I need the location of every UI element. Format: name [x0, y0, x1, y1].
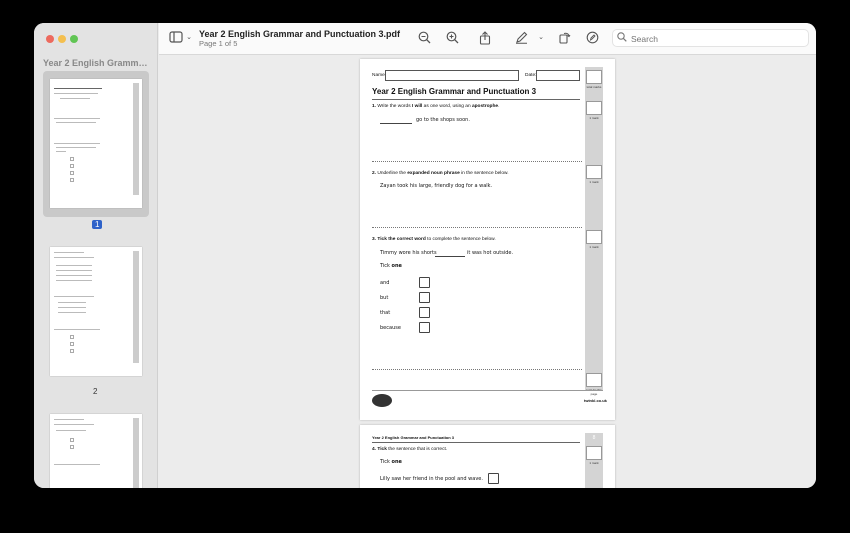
header-rule [372, 442, 580, 443]
q3-text: 3. Tick the correct word to complete the… [372, 237, 496, 242]
maximize-window-button[interactable] [70, 35, 78, 43]
search-field[interactable] [612, 29, 809, 47]
toolbar: ⌄ Year 2 English Grammar and Punctuation… [159, 23, 816, 55]
page-thumbnail-2[interactable] [43, 239, 149, 385]
name-field [385, 70, 519, 81]
search-input[interactable] [631, 32, 801, 45]
answer-checkbox[interactable] [419, 292, 430, 303]
q1-mark-box [586, 101, 602, 115]
zoom-in-icon[interactable] [445, 31, 459, 45]
page-thumbnail-3[interactable] [43, 406, 149, 488]
date-field [536, 70, 580, 81]
marks-margin: 8 1 mark [585, 433, 603, 488]
pdf-page-2: Year 2 English Grammar and Punctuation 3… [360, 425, 615, 488]
answer-checkbox[interactable] [488, 473, 499, 484]
divider [372, 369, 582, 370]
page-number-2: 2 [93, 387, 98, 396]
total-page-box [586, 373, 602, 387]
tick-one-instruction: Tick one [380, 459, 402, 465]
page2-header: Year 2 English Grammar and Punctuation 3 [372, 435, 455, 440]
page-thumbnail-image [50, 247, 142, 376]
q3-mark-label: 1 mark [589, 245, 599, 249]
page-thumbnail-image [50, 79, 142, 208]
page-number-1: 1 [92, 220, 103, 229]
marks-margin: total marks 1 mark 1 mark 1 mark total f… [585, 67, 603, 396]
option-label: because [380, 325, 401, 331]
document-title: Year 2 English Grammar and Punctuation 3… [199, 29, 401, 39]
q4-text: 4. Tick the sentence that is correct. [372, 447, 448, 452]
page-thumbnail-image [50, 414, 142, 488]
q2-text: 2. Underline the expanded noun phrase in… [372, 171, 509, 176]
option-label: but [380, 295, 389, 301]
tick-one-instruction: Tick one [380, 263, 402, 269]
divider [372, 227, 582, 228]
search-icon [617, 32, 627, 45]
answer-checkbox[interactable] [419, 322, 430, 333]
markup-toolbar-icon[interactable] [585, 31, 599, 45]
answer-checkbox[interactable] [419, 277, 430, 288]
option-label: that [380, 310, 391, 316]
heading-rule [372, 99, 580, 100]
markup-pen-icon[interactable] [514, 31, 528, 45]
q3-answer-line [435, 256, 465, 257]
q2-sentence: Zayan took his large, friendly dog for a… [380, 183, 493, 189]
q3-sentence-end: it was hot outside. [467, 250, 514, 256]
rotate-icon[interactable] [557, 31, 571, 45]
q1-answer-line [380, 123, 412, 124]
option-label: and [380, 280, 390, 286]
preview-window: Year 2 English Grammar... 1 2 ⌄ Year 2 E… [34, 23, 816, 488]
answer-checkbox[interactable] [419, 307, 430, 318]
chevron-down-icon[interactable]: ⌄ [182, 31, 196, 45]
worksheet-heading: Year 2 English Grammar and Punctuation 3 [372, 87, 537, 96]
date-label: Date: [525, 73, 537, 78]
document-view[interactable]: Name: Date: Year 2 English Grammar and P… [159, 56, 816, 488]
footer-url: twinkl.co.uk [584, 398, 607, 403]
twinkl-logo-icon [372, 394, 392, 407]
q1-mark-label: 1 mark [589, 116, 599, 120]
page-mark-count: 8 [592, 435, 596, 441]
pdf-page-1: Name: Date: Year 2 English Grammar and P… [360, 59, 615, 420]
q2-mark-label: 1 mark [589, 180, 599, 184]
total-marks-box [586, 70, 602, 84]
footer-rule [372, 390, 603, 391]
q4-mark-label: 1 mark [589, 461, 599, 465]
q3-sentence-start: Timmy wore his shorts [380, 250, 437, 256]
q1-text: 1. Write the words I will as one word, u… [372, 104, 500, 109]
q4-sentence: Lilly saw her friend in the pool and wav… [380, 476, 483, 482]
q4-mark-box [586, 446, 602, 460]
total-marks-label: total marks [586, 85, 602, 89]
sidebar-document-title: Year 2 English Grammar... [43, 58, 149, 68]
thumbnail-sidebar: Year 2 English Grammar... 1 2 [34, 23, 158, 488]
divider [372, 161, 582, 162]
q3-mark-box [586, 230, 602, 244]
page-indicator: Page 1 of 5 [199, 39, 238, 48]
sidebar-toggle-icon[interactable] [169, 31, 183, 45]
chevron-down-icon[interactable]: ⌄ [534, 31, 548, 45]
close-window-button[interactable] [46, 35, 54, 43]
minimize-window-button[interactable] [58, 35, 66, 43]
share-icon[interactable] [478, 31, 492, 45]
page-thumbnail-1[interactable] [43, 71, 149, 217]
q1-sentence: go to the shops soon. [416, 117, 470, 123]
q2-mark-box [586, 165, 602, 179]
zoom-out-icon[interactable] [417, 31, 431, 45]
